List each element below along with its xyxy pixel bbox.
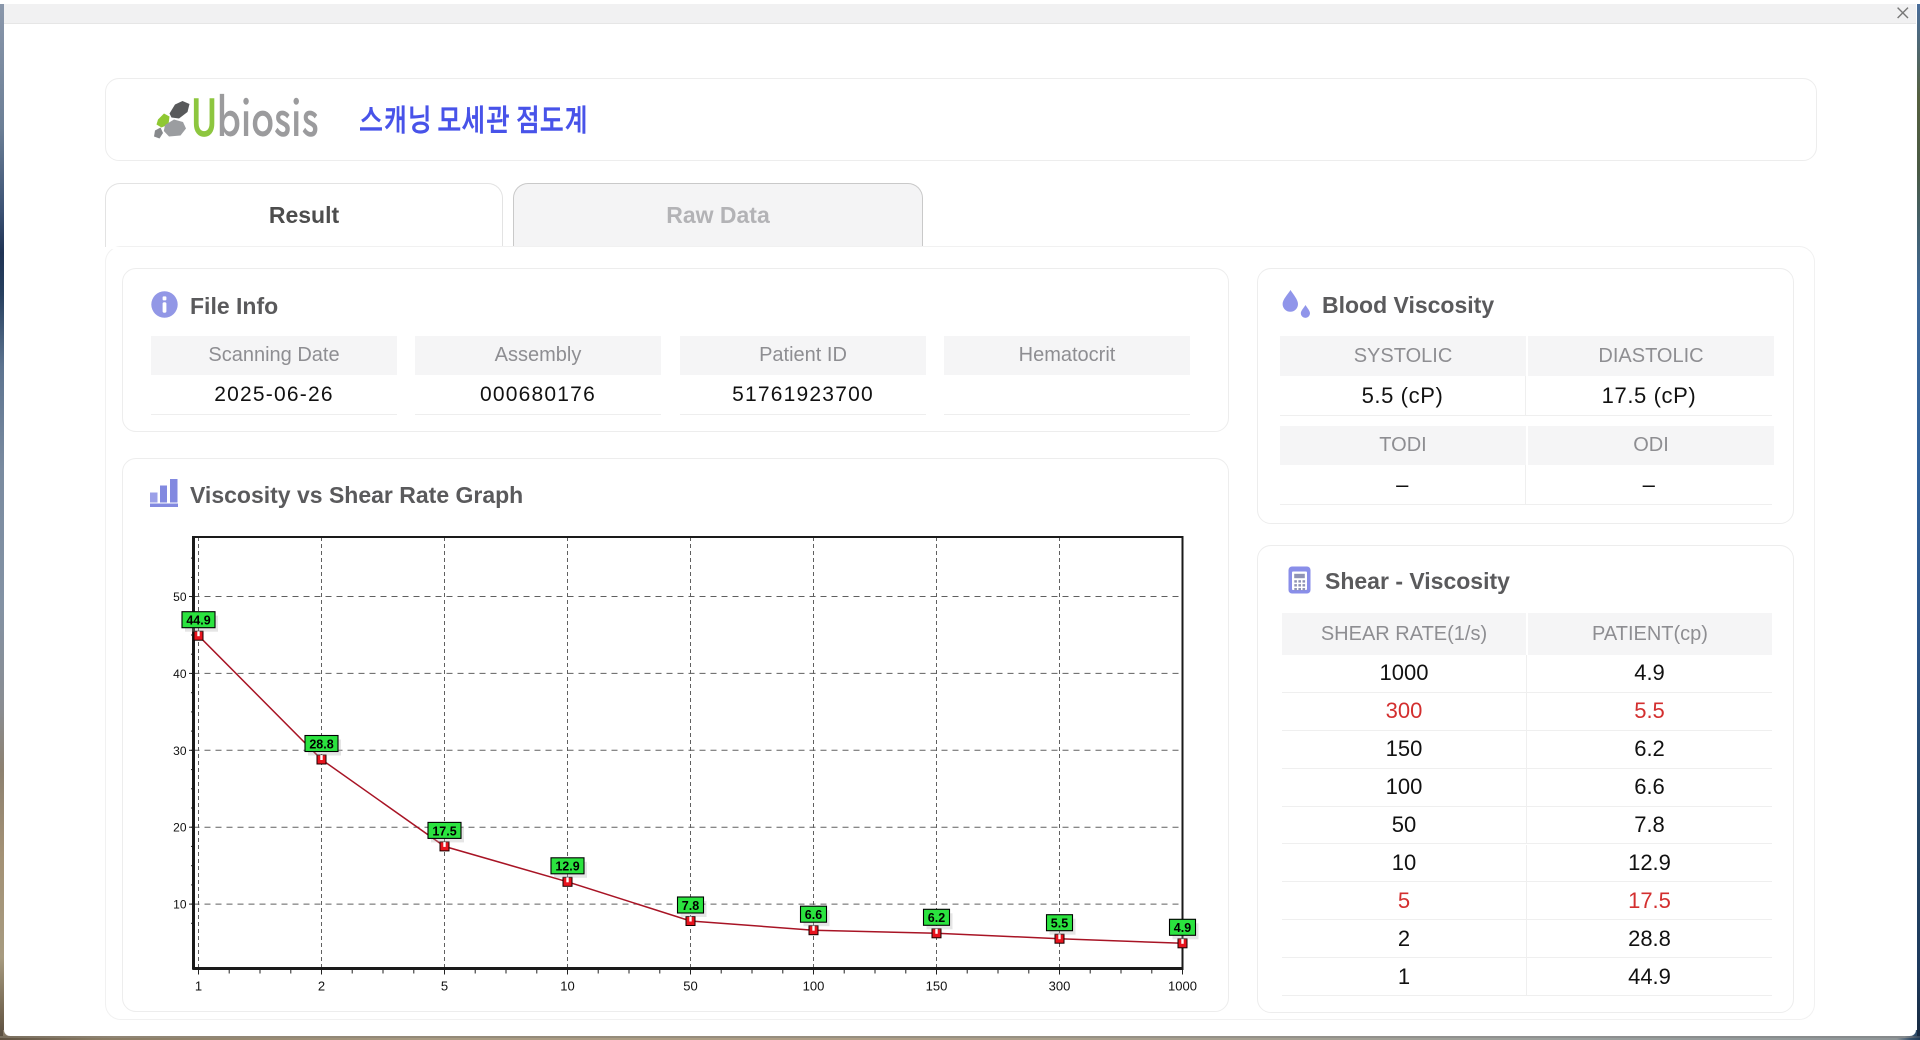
svg-text:5.5: 5.5 [1051, 917, 1068, 931]
svg-text:28.8: 28.8 [309, 737, 333, 751]
svg-text:6.2: 6.2 [928, 911, 945, 925]
svg-text:4.9: 4.9 [1174, 921, 1191, 935]
svg-text:20: 20 [173, 821, 187, 835]
svg-text:7.8: 7.8 [682, 899, 699, 913]
svg-text:5: 5 [441, 979, 448, 994]
svg-text:10: 10 [173, 898, 187, 912]
svg-text:1: 1 [195, 979, 202, 994]
svg-text:6.6: 6.6 [805, 908, 822, 922]
svg-text:30: 30 [173, 744, 187, 758]
svg-text:17.5: 17.5 [432, 824, 456, 838]
svg-text:44.9: 44.9 [186, 614, 210, 628]
svg-text:50: 50 [173, 590, 187, 604]
svg-text:40: 40 [173, 667, 187, 681]
svg-text:100: 100 [803, 979, 825, 994]
svg-text:50: 50 [683, 979, 697, 994]
svg-text:2: 2 [318, 979, 325, 994]
svg-text:10: 10 [560, 979, 574, 994]
svg-text:300: 300 [1049, 979, 1071, 994]
svg-text:12.9: 12.9 [555, 860, 579, 874]
svg-text:1000: 1000 [1168, 979, 1197, 994]
svg-text:150: 150 [926, 979, 948, 994]
